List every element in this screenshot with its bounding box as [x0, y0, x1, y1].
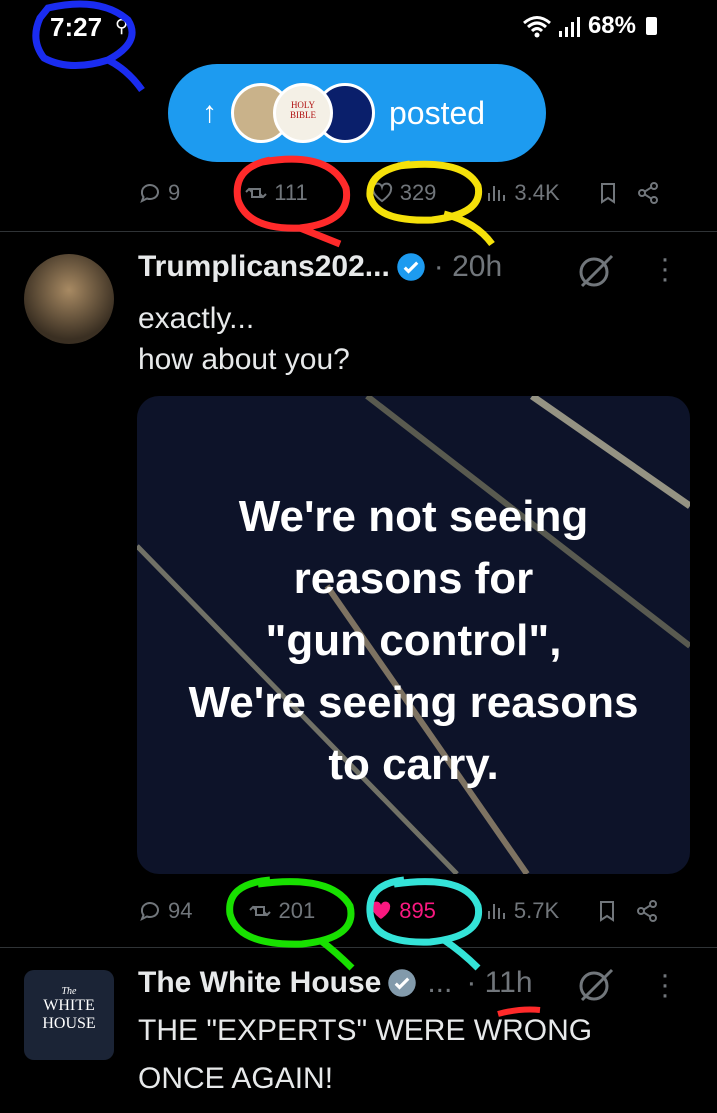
reply-count: 94 [168, 898, 193, 923]
view-count: 3.4K [514, 180, 560, 205]
battery-icon [646, 17, 657, 35]
views-icon [487, 904, 505, 919]
tweet-text-line: how about you? [138, 343, 350, 376]
reply-icon [140, 184, 159, 204]
battery-percent: 68% [587, 12, 636, 39]
tweet-text-line: exactly... [138, 302, 255, 335]
image-text-line: reasons for [293, 554, 534, 603]
grok-icon[interactable] [576, 252, 618, 290]
tweet2-action-bar: 94 201 895 5.7K [138, 898, 683, 924]
status-time: 7:27 [50, 12, 103, 42]
status-right: 68% [522, 12, 657, 40]
logo-small-text: The [61, 986, 77, 997]
bookmark-icon [600, 901, 615, 922]
author-avatar[interactable] [24, 254, 114, 344]
arrow-up-icon: ↑ [202, 96, 217, 129]
views-button[interactable]: 3.4K [484, 180, 560, 206]
heart-icon [371, 182, 392, 203]
tweet-time[interactable]: · 20h [434, 250, 502, 284]
cyan-circle-mark [366, 876, 483, 971]
tweet-text-line: THE "EXPERTS" WERE WRONG [138, 1014, 593, 1047]
repost-icon [249, 905, 272, 917]
more-options-icon[interactable]: · · · [660, 244, 670, 294]
white-house-avatar[interactable]: The WHITE HOUSE [24, 970, 114, 1060]
image-text-line: We're not seeing [238, 492, 589, 541]
tweet2-header: Trumplicans202... · 20h [138, 250, 502, 284]
bookmark-button[interactable] [595, 899, 619, 923]
like-button[interactable]: 895 [369, 898, 436, 924]
verified-badge-gray-icon [388, 969, 417, 997]
repost-button[interactable]: 201 [248, 898, 315, 924]
posted-label: posted [389, 94, 486, 131]
green-circle-mark [226, 876, 355, 971]
reply-button[interactable]: 9 [138, 180, 180, 206]
tweet-image[interactable]: We're not seeing reasons for "gun contro… [137, 396, 690, 874]
handle-ellipsis: ... [427, 966, 453, 999]
reply-count: 9 [168, 180, 181, 205]
like-count: 329 [399, 180, 437, 205]
pill-avatar-bible: HOLY BIBLE [273, 83, 333, 143]
reply-icon [140, 902, 159, 922]
new-posts-pill[interactable]: ↑ HOLY BIBLE posted [168, 64, 546, 162]
verified-badge-icon [397, 253, 425, 281]
tweet-text-line: ONCE AGAIN! [138, 1062, 334, 1095]
bible-logo-text: HOLY BIBLE [290, 100, 316, 120]
divider [0, 231, 717, 232]
pill-avatars: HOLY BIBLE [231, 83, 375, 143]
logo-text: HOUSE [42, 1015, 96, 1032]
repost-count: 111 [274, 180, 308, 205]
share-button[interactable] [636, 181, 660, 205]
repost-button[interactable]: 111 [244, 180, 308, 206]
notification-icon: ⚲ [115, 16, 129, 36]
share-icon [637, 182, 658, 204]
divider [0, 947, 717, 948]
views-icon [488, 186, 506, 201]
bookmark-icon [600, 183, 615, 204]
view-count: 5.7K [513, 898, 560, 923]
author-name[interactable]: Trumplicans202... [138, 250, 390, 284]
bookmark-button[interactable] [596, 181, 620, 205]
tweet-time[interactable]: · 11h [466, 966, 532, 1000]
views-button[interactable]: 5.7K [484, 898, 559, 924]
share-icon [637, 900, 658, 922]
logo-text: WHITE [43, 997, 95, 1014]
image-text-line: "gun control", [265, 616, 562, 665]
tweet3-header: The White House ... · 11h [138, 966, 533, 1000]
like-button[interactable]: 329 [370, 180, 437, 206]
tweet1-action-bar: 9 111 329 3.4K [138, 180, 683, 206]
author-name[interactable]: The White House [138, 966, 381, 1000]
like-count: 895 [399, 898, 436, 923]
signal-icon [558, 17, 580, 37]
reply-button[interactable]: 94 [138, 898, 192, 924]
more-options-icon[interactable]: · · · [660, 960, 670, 1010]
repost-count: 201 [278, 898, 316, 923]
image-caption: We're not seeing reasons for "gun contro… [137, 486, 690, 796]
grok-icon[interactable] [576, 966, 618, 1004]
share-button[interactable] [635, 899, 659, 923]
heart-filled-icon [372, 901, 391, 919]
wifi-icon [522, 16, 551, 38]
image-text-line: to carry. [328, 740, 499, 789]
image-text-line: We're seeing reasons [188, 678, 639, 727]
repost-icon [245, 187, 267, 199]
